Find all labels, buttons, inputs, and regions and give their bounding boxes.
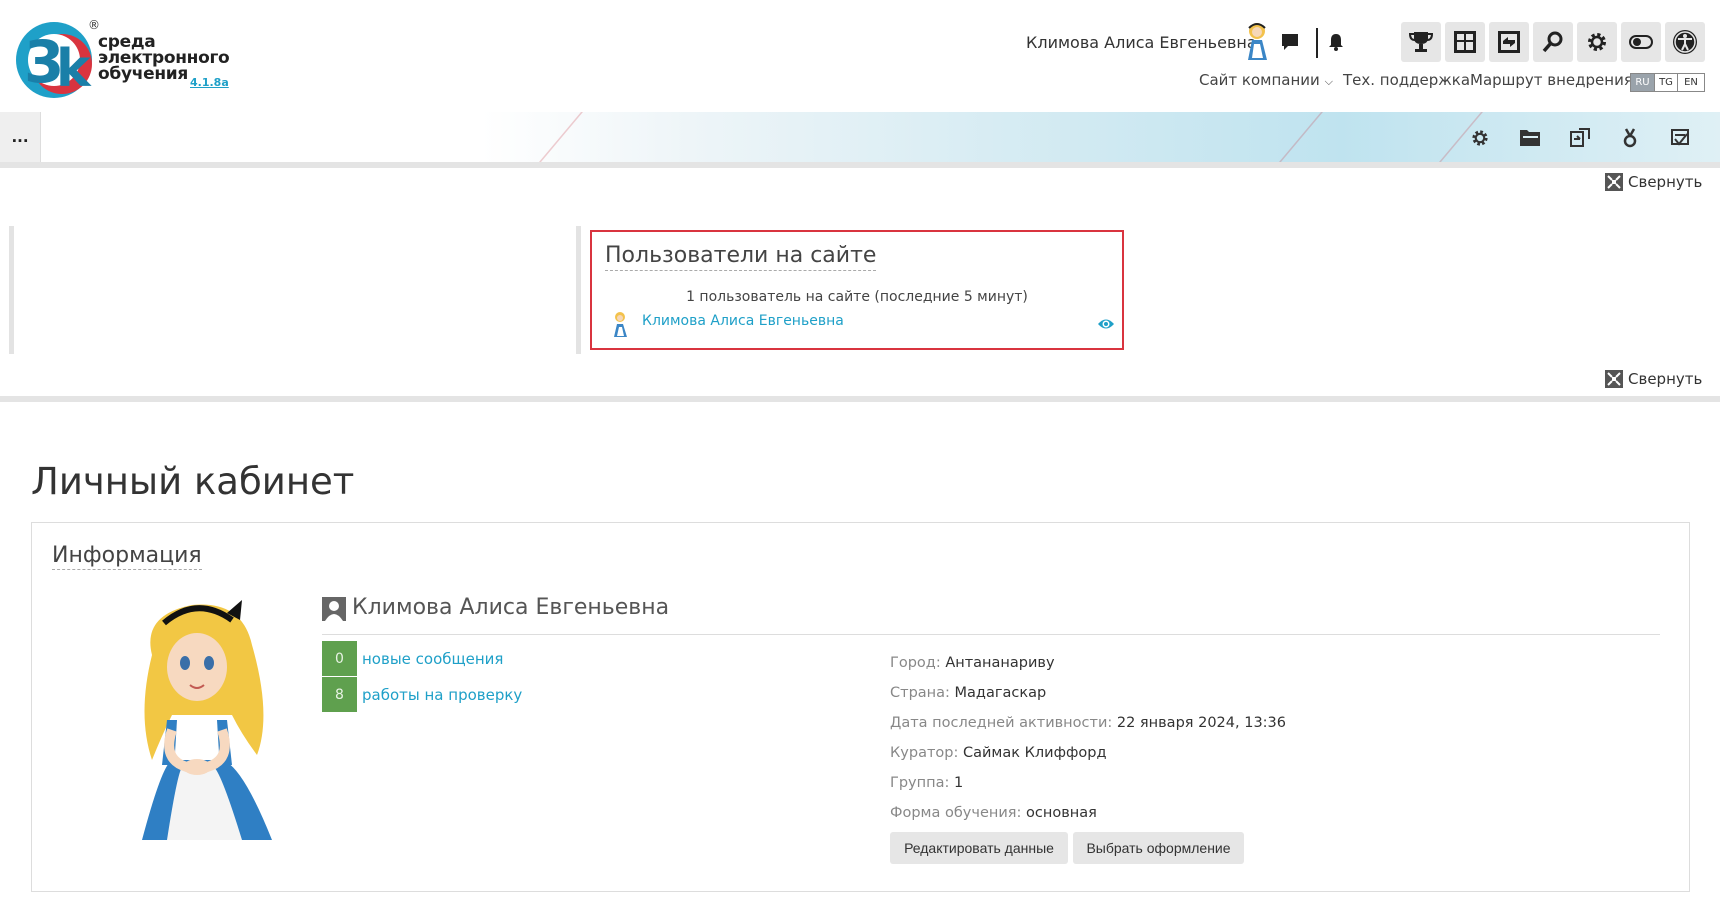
route-link[interactable]: Маршрут внедрения: [1470, 71, 1633, 89]
collapse-label: Свернуть: [1628, 173, 1703, 191]
toggle-icon: [1629, 35, 1653, 49]
block-region-center: [576, 226, 581, 354]
detail-value: Саймак Клиффорд: [962, 745, 1107, 761]
info-card: Информация Климова Алиса Евгеньевна 0 но…: [31, 522, 1690, 892]
search-icon: [1542, 31, 1563, 53]
online-user-avatar: [614, 312, 627, 337]
logo-registered-mark: ®: [88, 18, 100, 32]
online-users-count: 1 пользователь на сайте (последние 5 мин…: [686, 289, 1028, 305]
company-site-dropdown[interactable]: Сайт компании ⌵: [1199, 71, 1333, 89]
new-messages-link[interactable]: новые сообщения: [362, 650, 503, 668]
online-user-link[interactable]: Климова Алиса Евгеньевна: [642, 313, 844, 329]
detail-value: 1: [953, 775, 964, 791]
lang-tg[interactable]: TG: [1654, 73, 1678, 92]
theme-toggle-button[interactable]: [1621, 22, 1661, 62]
detail-country: Страна: Мадагаскар: [890, 685, 1046, 701]
section-divider: [0, 396, 1720, 402]
trophy-button[interactable]: [1401, 22, 1441, 62]
accessibility-button[interactable]: [1665, 22, 1705, 62]
detail-value: Антананариву: [945, 655, 1055, 671]
detail-curator: Куратор: Саймак Клиффорд: [890, 745, 1107, 761]
detail-label: Дата последней активности:: [890, 715, 1113, 731]
settings-button[interactable]: [1577, 22, 1617, 62]
banner-decoration: [539, 112, 583, 162]
collapse-top-link[interactable]: Свернуть: [1605, 173, 1702, 191]
svg-text:k: k: [56, 39, 92, 99]
bell-icon[interactable]: [1324, 30, 1348, 54]
certificate-icon[interactable]: [1618, 126, 1642, 150]
search-button[interactable]: [1533, 22, 1573, 62]
company-site-label: Сайт компании: [1199, 71, 1320, 89]
works-to-check-link[interactable]: работы на проверку: [362, 686, 522, 704]
header-user-name[interactable]: Климова Алиса Евгеньевна: [1026, 33, 1257, 52]
detail-label: Куратор:: [890, 745, 959, 761]
grade-icon[interactable]: [1668, 126, 1692, 150]
logo-text: среда электронного обучения: [98, 34, 230, 83]
gear-icon: [1588, 33, 1606, 51]
lang-en[interactable]: EN: [1677, 73, 1705, 92]
new-messages-count: 0: [322, 641, 357, 676]
works-to-check-count: 8: [322, 677, 357, 712]
gear-icon[interactable]: [1468, 126, 1492, 150]
collapse-icon: [1605, 370, 1623, 388]
detail-city: Город: Антананариву: [890, 655, 1055, 671]
profile-picture: [142, 600, 272, 840]
dashboard-button[interactable]: [1445, 22, 1485, 62]
lang-ru[interactable]: RU: [1630, 73, 1655, 92]
block-region-left: [9, 226, 14, 354]
detail-label: Группа:: [890, 775, 950, 791]
support-link[interactable]: Тех. поддержка: [1343, 71, 1470, 89]
detail-last-activity: Дата последней активности: 22 января 202…: [890, 715, 1286, 731]
dashboard-icon: [1454, 31, 1476, 53]
detail-label: Страна:: [890, 685, 950, 701]
profile-name-row: Климова Алиса Евгеньевна: [322, 593, 1660, 635]
choose-theme-button[interactable]: Выбрать оформление: [1073, 832, 1244, 864]
site-logo[interactable]: 3 k ® среда электронного обучения 4.1.8a: [14, 18, 234, 106]
switch-icon[interactable]: [1568, 126, 1592, 150]
banner-decoration: [1279, 112, 1323, 162]
switch-icon: [1498, 31, 1520, 53]
chat-icon[interactable]: [1278, 30, 1302, 54]
accessibility-icon: [1673, 30, 1697, 54]
detail-label: Форма обучения:: [890, 805, 1022, 821]
info-title[interactable]: Информация: [52, 543, 202, 570]
works-to-check-stat[interactable]: 8 работы на проверку: [322, 677, 522, 712]
navbar-divider: [0, 162, 1720, 168]
detail-value: 22 января 2024, 13:36: [1116, 715, 1287, 731]
switch-role-button[interactable]: [1489, 22, 1529, 62]
header-separator: [1316, 28, 1318, 58]
detail-value: Мадагаскар: [954, 685, 1047, 701]
user-icon: [322, 597, 346, 621]
more-menu-button[interactable]: ...: [0, 112, 41, 162]
chevron-down-icon: ⌵: [1324, 75, 1333, 88]
folder-icon[interactable]: [1518, 126, 1542, 150]
detail-value: основная: [1026, 805, 1097, 821]
trophy-icon: [1408, 32, 1434, 52]
secondary-navbar: [0, 112, 1720, 162]
detail-study-form: Форма обучения: основная: [890, 805, 1097, 821]
collapse-bottom-link[interactable]: Свернуть: [1605, 370, 1702, 388]
new-messages-stat[interactable]: 0 новые сообщения: [322, 641, 503, 676]
online-users-block: Пользователи на сайте 1 пользователь на …: [590, 230, 1124, 350]
site-header: 3 k ® среда электронного обучения 4.1.8a…: [0, 0, 1720, 112]
collapse-label: Свернуть: [1628, 370, 1703, 388]
edit-data-button[interactable]: Редактировать данные: [890, 832, 1068, 864]
logo-version[interactable]: 4.1.8a: [190, 76, 229, 89]
logo-mark-icon: 3 k: [16, 22, 92, 99]
online-users-title[interactable]: Пользователи на сайте: [605, 243, 877, 271]
collapse-icon: [1605, 173, 1623, 191]
detail-label: Город:: [890, 655, 941, 671]
profile-full-name: Климова Алиса Евгеньевна: [352, 595, 670, 620]
header-avatar[interactable]: [1240, 20, 1274, 62]
detail-group: Группа: 1: [890, 775, 963, 791]
page-title: Личный кабинет: [31, 460, 355, 503]
eye-icon[interactable]: [1097, 317, 1115, 331]
